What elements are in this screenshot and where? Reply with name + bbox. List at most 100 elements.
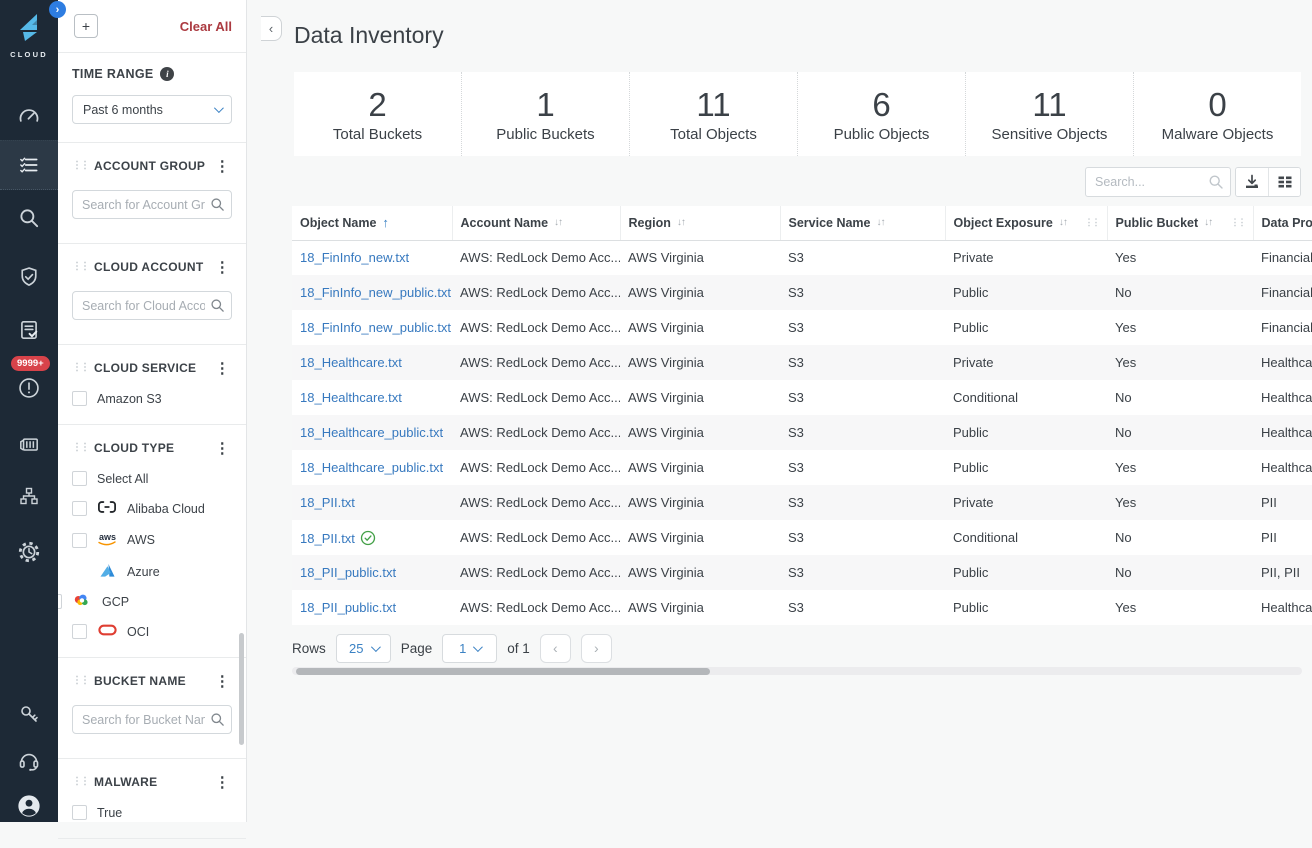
column-header-object-name[interactable]: Object Name↑ [292,206,452,240]
column-header-public-bucket[interactable]: Public Bucket↓↑⋮⋮ [1107,206,1253,240]
drag-handle-icon[interactable]: ⋮⋮ [72,262,88,272]
sort-ascending-icon: ↑ [382,215,389,230]
object-link[interactable]: 18_PII_public.txt [300,565,396,580]
malware-menu-icon[interactable]: ⋮ [213,773,232,791]
chevron-down-icon [370,642,380,652]
malware-true-checkbox[interactable] [72,805,87,820]
filter-panel: + Clear All TIME RANGE i Past 6 months ⋮… [58,0,247,822]
drag-handle-icon[interactable]: ⋮⋮ [72,363,88,373]
cell-public-bucket: Yes [1107,240,1253,275]
collapse-filter-panel-button[interactable]: ‹ [261,16,282,41]
column-drag-handle-icon[interactable]: ⋮⋮ [1085,217,1099,228]
page-title: Data Inventory [294,22,444,49]
rows-label: Rows [292,641,326,656]
column-drag-handle-icon[interactable]: ⋮⋮ [1231,217,1245,228]
object-link[interactable]: 18_FinInfo_new_public.txt [300,285,451,300]
inventory-list-icon [17,153,41,177]
drag-handle-icon[interactable]: ⋮⋮ [72,161,88,171]
nav-inventory[interactable] [0,145,58,185]
app-logo[interactable]: CLOUD [0,12,58,59]
horizontal-scrollbar-thumb[interactable] [296,668,710,675]
option-label: Select All [97,472,148,486]
bucket-name-label: BUCKET NAME [94,674,186,688]
drag-handle-icon[interactable]: ⋮⋮ [72,777,88,787]
alibaba-checkbox[interactable] [72,501,87,516]
sort-icon: ↓↑ [877,217,885,228]
nav-compliance[interactable] [0,310,58,350]
object-link[interactable]: 18_Healthcare_public.txt [300,425,443,440]
option-label: True [97,806,122,820]
cloud-account-menu-icon[interactable]: ⋮ [213,258,232,276]
page-number-select[interactable]: 1 [442,634,497,663]
object-link[interactable]: 18_FinInfo_new.txt [300,250,409,265]
nav-policies[interactable] [0,257,58,297]
object-link[interactable]: 18_PII.txt [300,495,355,510]
drag-handle-icon[interactable]: ⋮⋮ [72,443,88,453]
search-icon [210,298,225,313]
column-settings-button[interactable] [1268,168,1300,196]
time-range-value: Past 6 months [83,103,163,117]
account-group-search-input[interactable] [72,190,232,219]
object-link[interactable]: 18_Healthcare.txt [300,390,402,405]
cell-exposure: Public [945,555,1107,590]
nav-settings[interactable] [0,532,58,572]
table-row: 18_Healthcare.txt AWS: RedLock Demo Acc.… [292,345,1312,380]
nav-access-keys[interactable] [0,694,58,734]
bucket-name-section: ⋮⋮ BUCKET NAME ⋮ [58,657,246,758]
cell-account-name: AWS: RedLock Demo Acc... [452,520,620,555]
filter-panel-scrollbar[interactable] [239,633,244,745]
nav-support[interactable] [0,740,58,780]
column-header-account-name[interactable]: Account Name↓↑ [452,206,620,240]
column-header-data-profile[interactable]: Data Profile↓↑ [1253,206,1312,240]
cell-account-name: AWS: RedLock Demo Acc... [452,415,620,450]
column-header-object-exposure[interactable]: Object Exposure↓↑⋮⋮ [945,206,1107,240]
table-row: 18_FinInfo_new.txt AWS: RedLock Demo Acc… [292,240,1312,275]
add-filter-button[interactable]: + [74,14,98,38]
object-link[interactable]: 18_FinInfo_new_public.txt [300,320,451,335]
option-label: AWS [127,533,155,547]
cell-account-name: AWS: RedLock Demo Acc... [452,590,620,625]
info-icon[interactable]: i [160,67,174,81]
nav-dashboard[interactable] [0,96,58,136]
cell-service: S3 [780,240,945,275]
previous-page-button[interactable]: ‹ [540,634,571,663]
cloud-service-menu-icon[interactable]: ⋮ [213,359,232,377]
cloud-type-menu-icon[interactable]: ⋮ [213,439,232,457]
nav-investigate[interactable] [0,198,58,238]
table-row: 18_FinInfo_new_public.txt AWS: RedLock D… [292,310,1312,345]
column-header-region[interactable]: Region↓↑ [620,206,780,240]
object-link[interactable]: 18_PII_public.txt [300,600,396,615]
select-all-checkbox[interactable] [72,471,87,486]
download-button[interactable] [1236,168,1268,196]
object-link[interactable]: 18_Healthcare_public.txt [300,460,443,475]
clear-all-filters-link[interactable]: Clear All [180,19,232,34]
account-group-menu-icon[interactable]: ⋮ [213,157,232,175]
stat-label: Total Buckets [333,126,422,143]
drag-handle-icon[interactable]: ⋮⋮ [72,676,88,686]
column-header-service-name[interactable]: Service Name↓↑ [780,206,945,240]
gcp-icon [73,593,91,607]
cell-data-profile: Healthcare [1253,450,1312,485]
bucket-name-search-input[interactable] [72,705,232,734]
option-label: GCP [102,595,129,609]
next-page-button[interactable]: › [581,634,612,663]
rows-per-page-select[interactable]: 25 [336,634,391,663]
sort-icon: ↓↑ [1059,217,1067,228]
nav-compute[interactable] [0,424,58,464]
cell-public-bucket: No [1107,415,1253,450]
filter-panel-pin-icon[interactable]: › [49,1,66,18]
nav-alerts[interactable] [0,368,58,408]
nav-network[interactable] [0,476,58,516]
object-link[interactable]: 18_PII.txt [300,531,355,546]
aws-checkbox[interactable] [72,533,87,548]
gcp-checkbox[interactable] [72,624,87,639]
time-range-select[interactable]: Past 6 months [72,95,232,124]
cloud-account-search-input[interactable] [72,291,232,320]
option-label: Amazon S3 [97,392,162,406]
bucket-name-menu-icon[interactable]: ⋮ [213,672,232,690]
container-icon [17,432,41,456]
nav-profile[interactable] [0,786,58,826]
search-nav-icon [17,206,41,230]
amazon-s3-checkbox[interactable] [72,391,87,406]
object-link[interactable]: 18_Healthcare.txt [300,355,402,370]
